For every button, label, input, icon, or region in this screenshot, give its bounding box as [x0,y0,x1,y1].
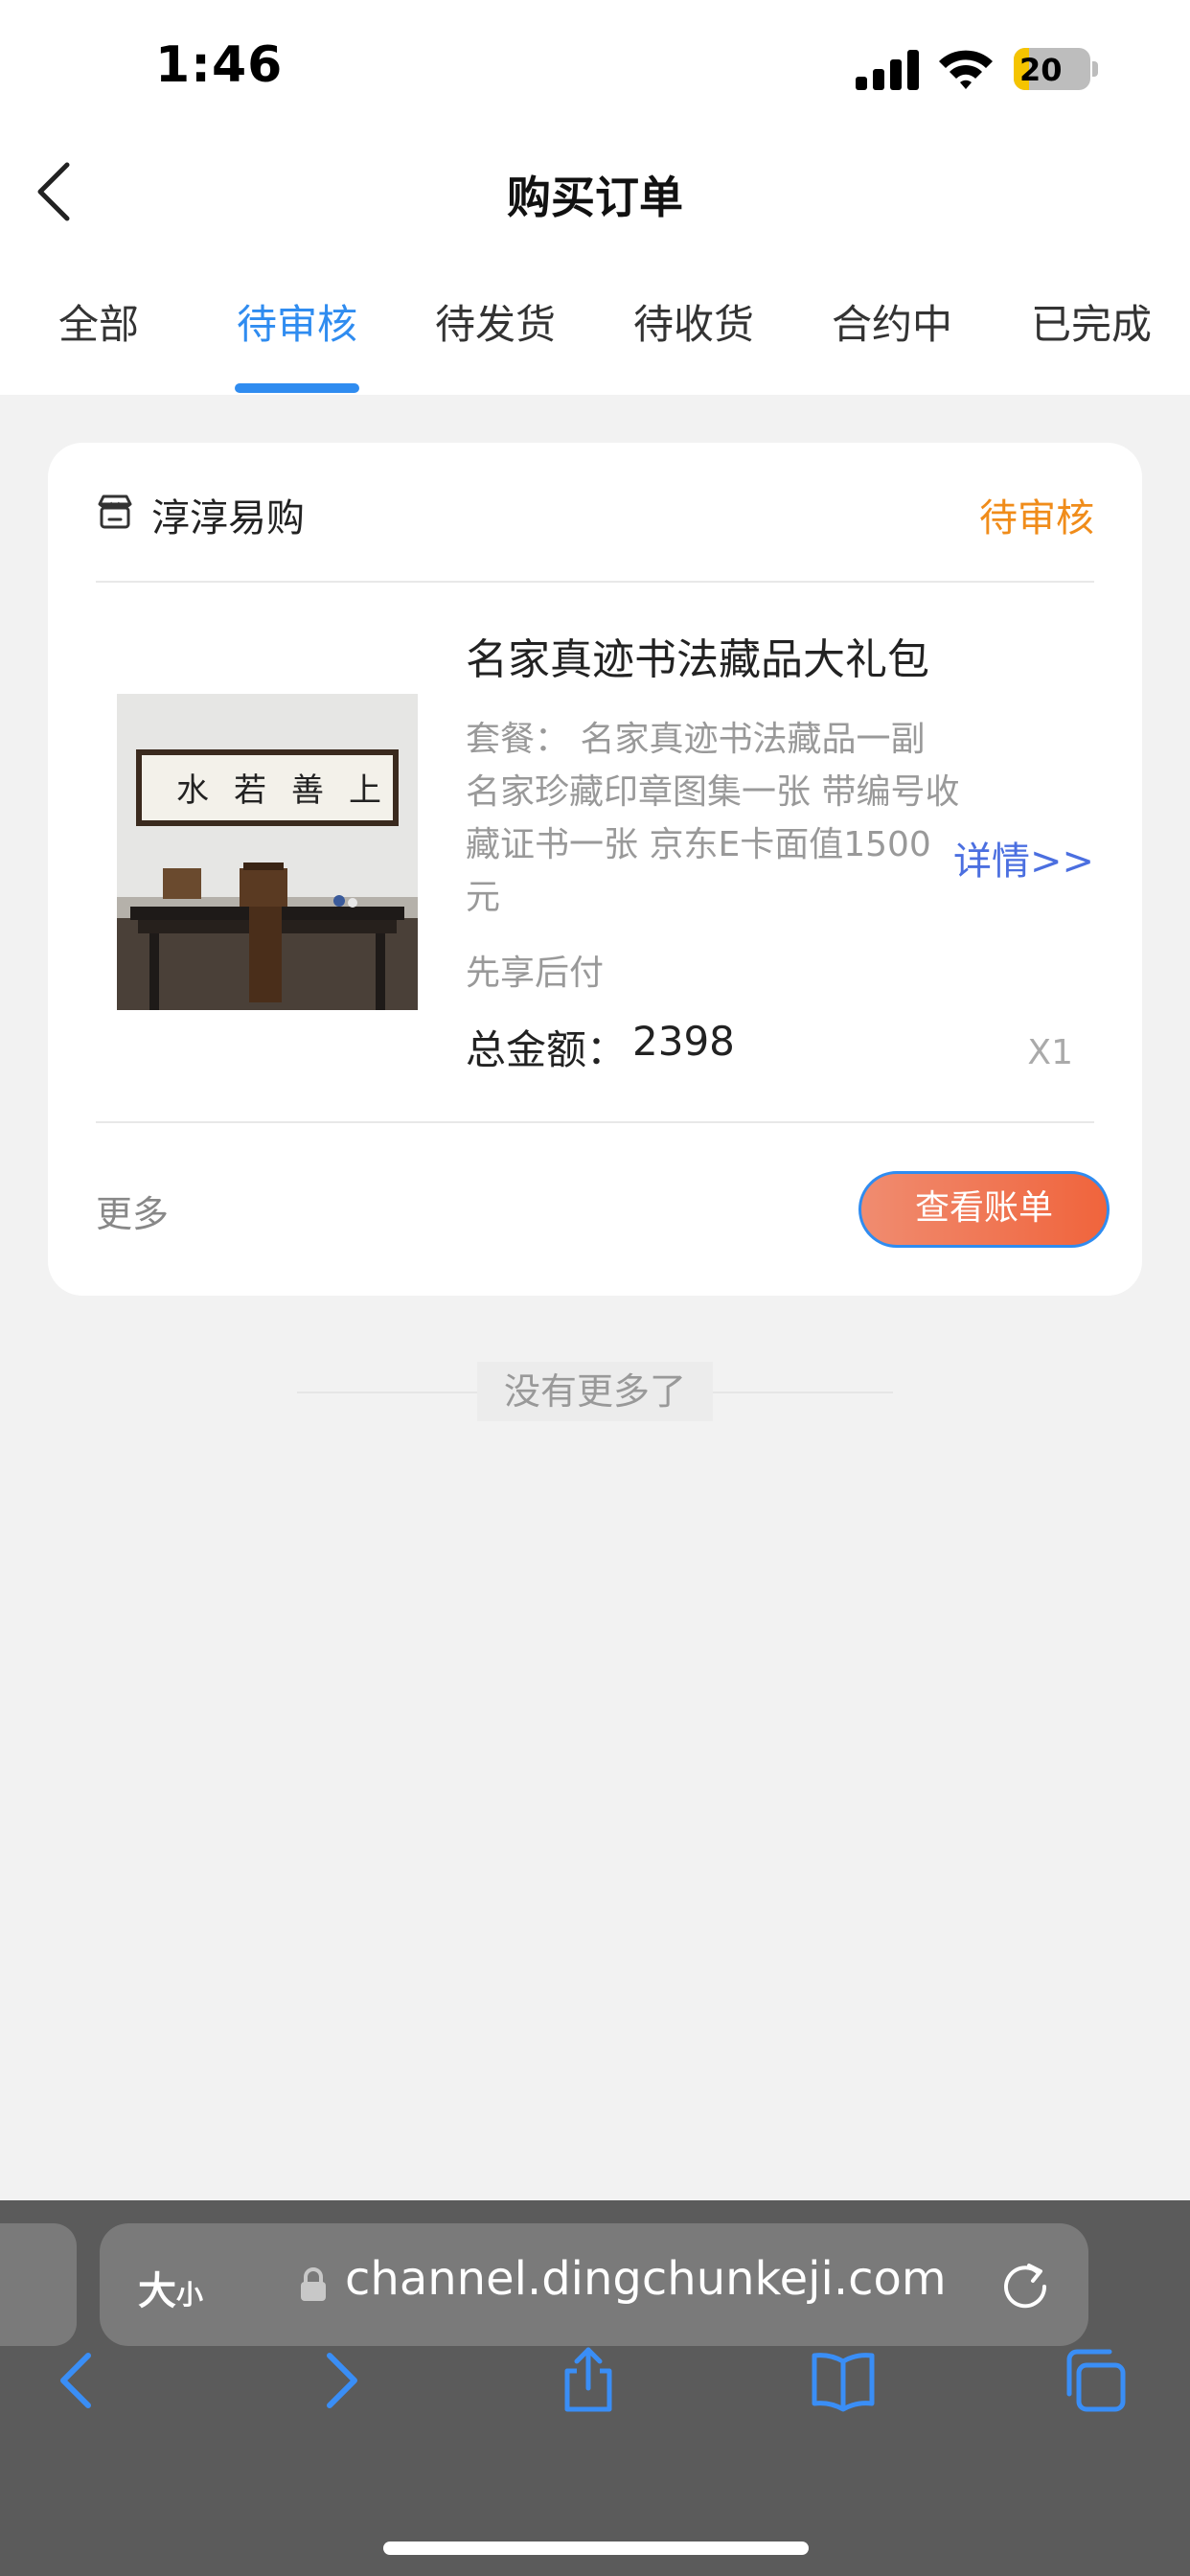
page-title: 购买订单 [507,172,683,223]
tab-pending-review[interactable]: 待审核 [198,292,396,351]
tab-pending-receipt[interactable]: 待收货 [595,292,792,351]
previous-tab-peek[interactable] [0,2223,77,2346]
tab-all[interactable]: 全部 [0,292,197,351]
total-amount: 2398 [632,1018,735,1065]
url-text: channel.dingchunkeji.com [345,2252,947,2306]
forward-icon[interactable] [303,2346,372,2415]
product-image[interactable]: 水 若 善 上 [117,694,418,1010]
quantity: X1 [1027,1033,1073,1072]
calligraphy-char-2: 善 [291,771,324,810]
text-size-large: 大 [138,2269,176,2313]
status-time: 1:46 [155,36,284,94]
wifi-icon [939,50,993,89]
battery-icon: 20 [1014,48,1098,90]
status-bar: 1:46 20 [0,0,1190,134]
text-size-button[interactable]: 大小 [138,2260,203,2315]
package-description: 套餐： 名家真迹书法藏品一副 名家珍藏印章图集一张 带编号收藏证书一张 京东E卡… [466,713,964,924]
order-status-tabs: 全部 待审核 待发货 待收货 合约中 已完成 [0,249,1190,395]
share-icon[interactable] [554,2346,623,2415]
reload-icon[interactable] [1000,2260,1050,2310]
view-bill-button[interactable]: 查看账单 [858,1171,1110,1248]
total-label: 总金额： [466,1026,628,1073]
navigation-bar: 购买订单 [0,134,1190,249]
tab-pending-shipment[interactable]: 待发货 [397,292,594,351]
home-indicator[interactable] [383,2542,809,2555]
details-link[interactable]: 详情>> [953,830,1094,886]
order-status-badge: 待审核 [979,496,1094,540]
tab-completed[interactable]: 已完成 [993,292,1190,351]
product-title: 名家真迹书法藏品大礼包 [466,635,929,684]
shop-icon [98,494,132,529]
tabs-icon[interactable] [1060,2346,1129,2415]
calligraphy-char-1: 上 [349,771,381,810]
cellular-signal-icon [856,50,919,90]
divider [297,1392,477,1393]
package-label: 套餐： [466,720,570,759]
divider [96,581,1094,583]
payment-note: 先享后付 [466,954,605,993]
active-tab-indicator [235,383,359,393]
battery-level: 20 [1019,52,1063,88]
no-more-indicator: 没有更多了 [477,1362,713,1421]
more-link[interactable]: 更多 [96,1184,169,1237]
order-card: 淳淳易购 待审核 水 若 善 上 名家真迹书法藏品大礼包 套餐： 名家真迹书法藏… [48,443,1142,1296]
address-bar[interactable]: 大小 channel.dingchunkeji.com [100,2223,1088,2346]
shop-name: 淳淳易购 [151,496,305,540]
browser-toolbar: 大小 channel.dingchunkeji.com [0,2200,1190,2576]
divider [713,1392,893,1393]
text-size-small: 小 [176,2279,204,2311]
lock-icon [301,2267,326,2301]
divider [96,1121,1094,1123]
calligraphy-char-3: 若 [234,771,266,810]
bookmarks-icon[interactable] [809,2346,878,2415]
back-icon[interactable] [46,2346,115,2415]
calligraphy-char-4: 水 [176,771,209,810]
tab-in-contract[interactable]: 合约中 [793,292,991,351]
